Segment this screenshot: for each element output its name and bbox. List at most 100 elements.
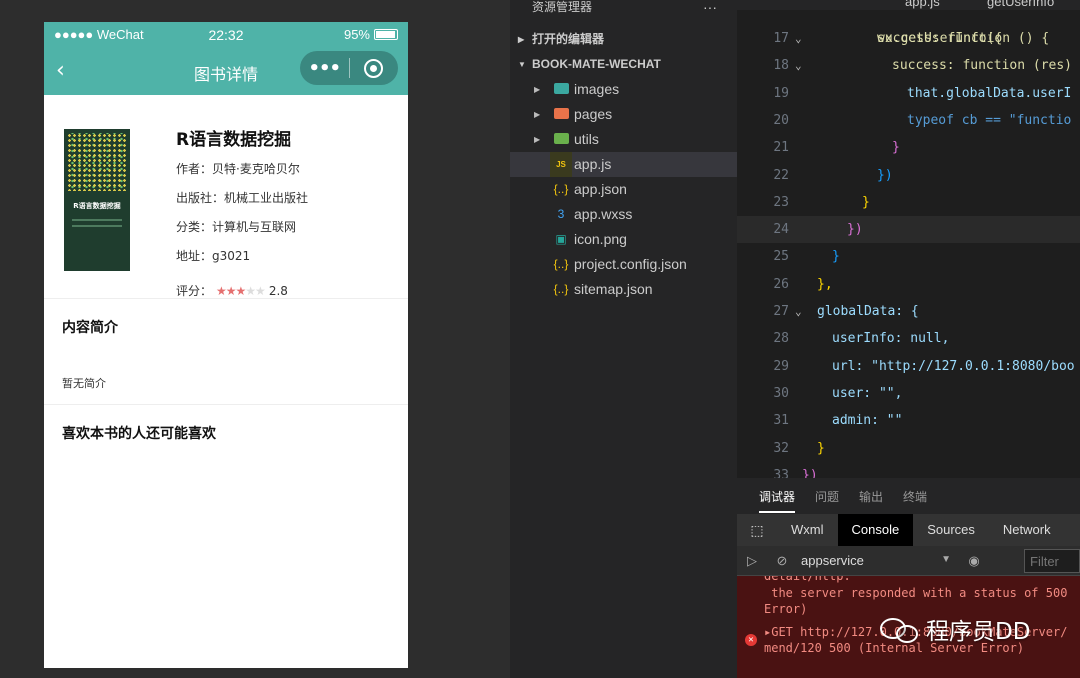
explorer-item-label: images bbox=[574, 81, 620, 97]
code-line: 33}) bbox=[737, 462, 1080, 478]
explorer-item[interactable]: JS app.js bbox=[510, 152, 737, 177]
explorer-item[interactable]: ▣ icon.png bbox=[510, 227, 737, 252]
record-circle-icon bbox=[364, 58, 384, 78]
console-toolbar: ▷ ⊘ appservice ▼ ◉ bbox=[737, 546, 1080, 576]
fold-chevron-icon[interactable]: ⌄ bbox=[795, 25, 802, 52]
chevron-right-icon: ▶ bbox=[534, 135, 541, 144]
section-open-editors[interactable]: ▶ 打开的编辑器 bbox=[510, 27, 737, 52]
explorer-title-text: 资源管理器 bbox=[532, 0, 593, 14]
book-info: R语言数据挖掘 作者：贝特·麦克哈贝尔 出版社：机械工业出版社 分类：计算机与互… bbox=[176, 125, 308, 305]
code-line: 19 that.globalData.userI bbox=[737, 80, 1080, 107]
explorer-item[interactable]: ▶ images bbox=[510, 77, 737, 102]
code-text: }) bbox=[847, 222, 863, 238]
code-text: } bbox=[862, 194, 870, 210]
explorer-item-label: icon.png bbox=[574, 231, 627, 247]
file-explorer: 资源管理器 ··· ▶ 打开的编辑器 ▼ BOOK-MATE-WECHAT ▶ i… bbox=[510, 0, 737, 678]
tab-wxml[interactable]: Wxml bbox=[777, 514, 838, 546]
line-number: 24 bbox=[773, 222, 789, 238]
devtools-tabs: ⬚ Wxml Console Sources Network bbox=[737, 514, 1080, 546]
code-line: 30 user: "", bbox=[737, 380, 1080, 407]
recommend-heading: 喜欢本书的人还可能喜欢 bbox=[62, 426, 216, 442]
tab-debugger[interactable]: 调试器 bbox=[759, 488, 796, 513]
code-text: wx.getUserInfo({ bbox=[877, 31, 1003, 46]
book-rating: 评分： ★★★★★ 2.8 bbox=[176, 276, 308, 305]
cover-pattern bbox=[67, 133, 127, 191]
tab-output[interactable]: 输出 bbox=[859, 488, 883, 505]
line-number: 19 bbox=[773, 85, 789, 101]
book-category: 分类：计算机与互联网 bbox=[176, 220, 297, 234]
book-header: R语言数据挖掘 R语言数据挖掘 作者：贝特·麦克哈贝尔 出版社：机械工业出版社 … bbox=[44, 95, 408, 299]
line-number: 31 bbox=[773, 413, 789, 429]
code-line: 18 ⌄ success: function (res) { bbox=[737, 52, 1080, 79]
explorer-item-label: app.json bbox=[574, 181, 627, 197]
section-label: BOOK-MATE-WECHAT bbox=[532, 57, 661, 71]
code-line: 27 ⌄ globalData: { bbox=[737, 298, 1080, 325]
recommend-section: 喜欢本书的人还可能喜欢 bbox=[44, 405, 408, 461]
explorer-more-icon[interactable]: ··· bbox=[703, 0, 717, 14]
eye-icon[interactable]: ◉ bbox=[959, 553, 989, 569]
code-text: url: "http://127.0.0.1:8080/boo bbox=[832, 358, 1075, 374]
context-select[interactable]: appservice ▼ bbox=[801, 553, 951, 568]
code-editor[interactable]: app.js getUserInfo success: function () … bbox=[737, 0, 1080, 478]
line-number: 23 bbox=[773, 194, 789, 210]
explorer-item[interactable]: {..} app.json bbox=[510, 177, 737, 202]
watermark: 程序员DD bbox=[880, 612, 1030, 646]
code-line: 22}) bbox=[737, 162, 1080, 189]
code-line: 20 typeof cb == "functio bbox=[737, 107, 1080, 134]
intro-section: 内容简介 暂无简介 bbox=[44, 299, 408, 405]
code-line: 32} bbox=[737, 435, 1080, 462]
explorer-item[interactable]: 3 app.wxss bbox=[510, 202, 737, 227]
rating-label: 评分： bbox=[176, 283, 213, 298]
tab-console[interactable]: Console bbox=[837, 514, 914, 546]
nav-bar: ‹ 图书详情 ••• bbox=[44, 46, 408, 95]
code-line: 25} bbox=[737, 243, 1080, 270]
explorer-item-label: app.wxss bbox=[574, 206, 633, 222]
more-dots-icon[interactable]: ••• bbox=[300, 58, 349, 79]
png-file-icon: ▣ bbox=[555, 232, 567, 246]
clear-console-icon[interactable]: ⊘ bbox=[767, 553, 797, 569]
console-line: the server responded with a status of 50… bbox=[764, 585, 1068, 600]
tab-problems[interactable]: 问题 bbox=[815, 488, 839, 505]
section-project[interactable]: ▼ BOOK-MATE-WECHAT bbox=[510, 52, 737, 77]
rating-value: 2.8 bbox=[268, 283, 288, 298]
chevron-down-icon: ▼ bbox=[518, 60, 526, 69]
tab-sources[interactable]: Sources bbox=[913, 514, 989, 546]
chevron-right-icon: ▶ bbox=[534, 85, 541, 94]
json-file-icon: {..} bbox=[553, 257, 569, 271]
explorer-item[interactable]: {..} sitemap.json bbox=[510, 277, 737, 302]
line-number: 30 bbox=[773, 385, 789, 401]
tab-network[interactable]: Network bbox=[989, 514, 1065, 546]
fold-chevron-icon[interactable]: ⌄ bbox=[795, 298, 802, 325]
sidebar-toggle-icon[interactable]: ▷ bbox=[737, 553, 767, 569]
line-number: 29 bbox=[773, 358, 789, 374]
battery-icon bbox=[374, 29, 398, 40]
code-line: 28 userInfo: null, bbox=[737, 325, 1080, 352]
filter-input[interactable] bbox=[1024, 549, 1080, 573]
code-text: userInfo: null, bbox=[832, 331, 950, 347]
line-number: 27 bbox=[773, 304, 789, 319]
line-number: 32 bbox=[773, 440, 789, 456]
book-cover-image[interactable]: R语言数据挖掘 bbox=[64, 129, 130, 271]
console-line: detail/http: bbox=[764, 576, 851, 583]
code-text: }) bbox=[877, 167, 893, 183]
line-number: 20 bbox=[773, 112, 789, 128]
json-file-icon: {..} bbox=[553, 282, 569, 296]
explorer-item[interactable]: ▶ utils bbox=[510, 127, 737, 152]
code-text: typeof cb == "functio bbox=[907, 112, 1072, 128]
code-line: 29 url: "http://127.0.0.1:8080/boo bbox=[737, 353, 1080, 380]
section-label: 打开的编辑器 bbox=[532, 32, 605, 46]
code-text: user: "", bbox=[832, 385, 903, 401]
explorer-item[interactable]: {..} project.config.json bbox=[510, 252, 737, 277]
inspect-icon[interactable]: ⬚ bbox=[737, 522, 777, 539]
book-address: 地址：g3021 bbox=[176, 249, 251, 263]
line-number: 28 bbox=[773, 331, 789, 347]
fold-chevron-icon[interactable]: ⌄ bbox=[795, 52, 802, 79]
explorer-item-label: utils bbox=[574, 131, 599, 147]
explorer-item-label: project.config.json bbox=[574, 256, 687, 272]
tab-terminal[interactable]: 终端 bbox=[903, 488, 927, 505]
book-title: R语言数据挖掘 bbox=[176, 130, 292, 150]
explorer-item[interactable]: ▶ pages bbox=[510, 102, 737, 127]
js-file-icon: JS bbox=[550, 152, 572, 177]
close-miniprogram-button[interactable] bbox=[350, 58, 399, 78]
line-number: 22 bbox=[773, 167, 789, 183]
